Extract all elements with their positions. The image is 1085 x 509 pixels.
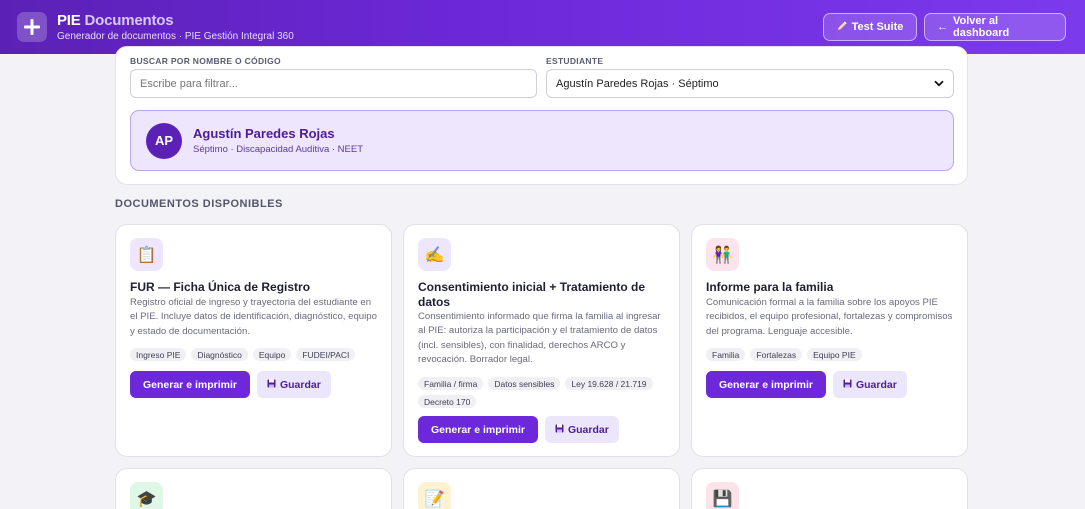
tag: Familia [706,348,746,361]
back-label: Volver al dashboard [953,15,1010,39]
test-suite-button[interactable]: Test Suite [823,13,917,41]
app-title-accent: Documentos [84,12,174,29]
tag: Equipo PIE [807,348,862,361]
document-actions: Generar e imprimir Guardar [130,371,331,398]
pencil-icon [837,20,847,34]
document-tags: Familia Fortalezas Equipo PIE [706,348,961,361]
chevron-down-icon [934,78,944,90]
header-actions: Test Suite ← Volver al dashboard [823,13,1066,41]
search-label: BUSCAR POR NOMBRE O CÓDIGO [130,56,281,66]
test-suite-label: Test Suite [851,21,904,33]
student-select[interactable]: Agustín Paredes Rojas · Séptimo [546,69,954,98]
search-input[interactable]: Escribe para filtrar... [130,69,537,98]
floppy-disk-icon [267,379,276,391]
document-title: FUR — Ficha Única de Registro [130,280,311,294]
tag: Decreto 170 [418,395,477,408]
floppy-disk-icon: 💾 [706,482,739,509]
document-actions: Generar e imprimir Guardar [418,416,619,443]
save-button[interactable]: Guardar [544,416,619,443]
save-label: Guardar [279,378,321,391]
clipboard-icon: 📋 [130,238,163,271]
floppy-disk-icon [843,379,852,391]
generate-print-button[interactable]: Generar e imprimir [130,371,250,398]
memo-icon: 📝 [418,482,451,509]
document-description: Registro oficial de ingreso y trayectori… [130,297,377,337]
tag: Equipo [252,348,292,361]
tag: Fortalezas [750,348,803,361]
tag: Diagnóstico [191,348,248,361]
document-card-family-report: 👫 Informe para la familia Comunicación f… [691,224,968,457]
document-card: 📝 [403,468,680,509]
save-button[interactable]: Guardar [832,371,907,398]
avatar: AP [146,122,182,159]
plus-logo-icon [17,12,47,42]
selected-student-card: AP Agustín Paredes Rojas Séptimo · Disca… [130,110,954,171]
save-label: Guardar [567,423,609,436]
arrow-left-icon: ← [937,21,948,33]
document-actions: Generar e imprimir Guardar [706,371,907,398]
brand: PIE Documentos Generador de documentos ·… [57,12,294,42]
floppy-disk-icon [555,424,564,436]
document-description: Comunicación formal a la familia sobre l… [706,297,953,337]
generate-print-button[interactable]: Generar e imprimir [418,416,538,443]
app-title: PIE Documentos [57,12,294,29]
generate-print-button[interactable]: Generar e imprimir [706,371,826,398]
app-subtitle: Generador de documentos · PIE Gestión In… [57,31,294,42]
tag: Ingreso PIE [130,348,187,361]
student-label: ESTUDIANTE [546,56,604,66]
tag: Datos sensibles [488,377,561,390]
search-placeholder: Escribe para filtrar... [140,77,238,90]
student-meta: Séptimo · Discapacidad Auditiva · NEET [193,144,364,155]
writing-hand-icon: ✍️ [418,238,451,271]
filter-card: BUSCAR POR NOMBRE O CÓDIGO Escribe para … [115,46,968,185]
save-label: Guardar [855,378,897,391]
graduation-cap-icon: 🎓 [130,482,163,509]
save-button[interactable]: Guardar [256,371,331,398]
document-title: Informe para la familia [706,280,834,294]
tag: Familia / firma [418,377,484,390]
back-to-dashboard-button[interactable]: ← Volver al dashboard [924,13,1066,41]
document-title: Consentimiento inicial + Tratamiento de … [418,280,646,309]
document-card-consent: ✍️ Consentimiento inicial + Tratamiento … [403,224,680,457]
section-title: DOCUMENTOS DISPONIBLES [115,198,283,210]
document-card-fur: 📋 FUR — Ficha Única de Registro Registro… [115,224,392,457]
family-icon: 👫 [706,238,739,271]
document-tags: Ingreso PIE Diagnóstico Equipo FUDEI/PAC… [130,348,385,361]
tag: Ley 19.628 / 21.719 [565,377,653,390]
document-description: Consentimiento informado que firma la fa… [418,311,661,365]
document-card: 💾 [691,468,968,509]
document-card: 🎓 [115,468,392,509]
tag: FUDEI/PACI [296,348,356,361]
document-tags: Familia / firma Datos sensibles Ley 19.6… [418,377,673,408]
app-title-main: PIE [57,12,81,29]
student-select-value: Agustín Paredes Rojas · Séptimo [556,77,719,90]
student-name: Agustín Paredes Rojas [193,126,335,141]
